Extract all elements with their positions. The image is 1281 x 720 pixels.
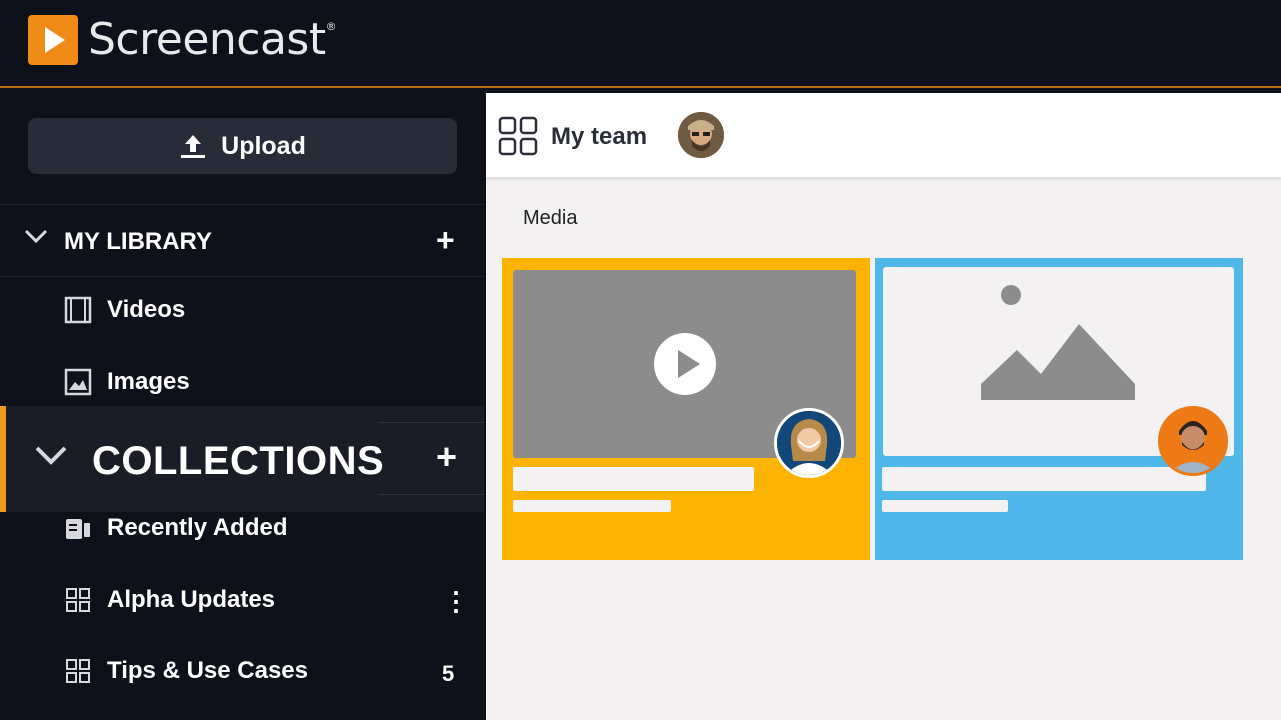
collections-header[interactable]: COLLECTIONS + (0, 406, 484, 512)
grid-icon (498, 116, 538, 156)
sidebar-item-videos[interactable]: Videos (64, 296, 185, 324)
add-library-icon[interactable]: + (436, 222, 455, 259)
sidebar-item-label: Images (107, 368, 190, 395)
upload-icon (181, 135, 206, 158)
upload-button[interactable]: Upload (28, 118, 457, 174)
item-count-badge: 5 (442, 661, 455, 686)
recent-icon (64, 514, 92, 542)
divider (378, 494, 484, 495)
my-library-title: MY LIBRARY (64, 228, 213, 255)
chevron-down-icon[interactable] (24, 226, 48, 246)
avatar[interactable] (1158, 406, 1228, 476)
page-title: My team (551, 123, 648, 150)
sidebar-item-label: Alpha Updates (107, 586, 276, 613)
sidebar-item-tips-use-cases[interactable]: Tips & Use Cases (64, 657, 308, 685)
avatar[interactable] (678, 112, 724, 158)
subtitle-placeholder (513, 500, 671, 512)
divider (0, 204, 484, 205)
top-bar: Screencast® (0, 0, 1281, 88)
upload-label: Upload (221, 131, 306, 160)
sidebar-item-label: Tips & Use Cases (107, 657, 308, 684)
video-card[interactable] (502, 258, 870, 560)
chevron-down-icon[interactable] (34, 442, 68, 468)
play-logo-icon (28, 14, 78, 65)
title-placeholder (513, 467, 754, 491)
grid-icon (64, 586, 92, 614)
sidebar-item-recently-added[interactable]: Recently Added (64, 514, 287, 542)
logo-text: Screencast® (88, 14, 337, 65)
sidebar-item-label: Recently Added (107, 514, 288, 541)
grid-icon (64, 657, 92, 685)
collections-title: COLLECTIONS (92, 439, 385, 483)
add-collection-icon[interactable]: + (436, 436, 457, 478)
team-header: My team (486, 93, 1281, 177)
sidebar: Upload MY LIBRARY + Videos Images COLLEC… (0, 90, 484, 720)
subtitle-placeholder (882, 500, 1008, 512)
divider (378, 422, 484, 423)
my-library-header[interactable]: MY LIBRARY + (0, 214, 484, 266)
avatar[interactable] (774, 408, 844, 478)
image-icon (64, 368, 92, 396)
title-placeholder (882, 467, 1206, 491)
screencast-logo[interactable]: Screencast® (28, 14, 337, 65)
image-card[interactable] (875, 258, 1243, 560)
main-content: My team Media (486, 93, 1281, 720)
sidebar-item-label: Videos (107, 296, 186, 323)
more-options-icon[interactable]: ⋮ (443, 586, 469, 617)
play-icon[interactable] (653, 332, 717, 396)
image-placeholder-icon (981, 285, 1135, 400)
media-section-label: Media (523, 207, 578, 229)
sidebar-item-alpha-updates[interactable]: Alpha Updates (64, 586, 275, 614)
divider (0, 276, 484, 277)
sidebar-item-images[interactable]: Images (64, 368, 190, 396)
film-icon (64, 296, 92, 324)
